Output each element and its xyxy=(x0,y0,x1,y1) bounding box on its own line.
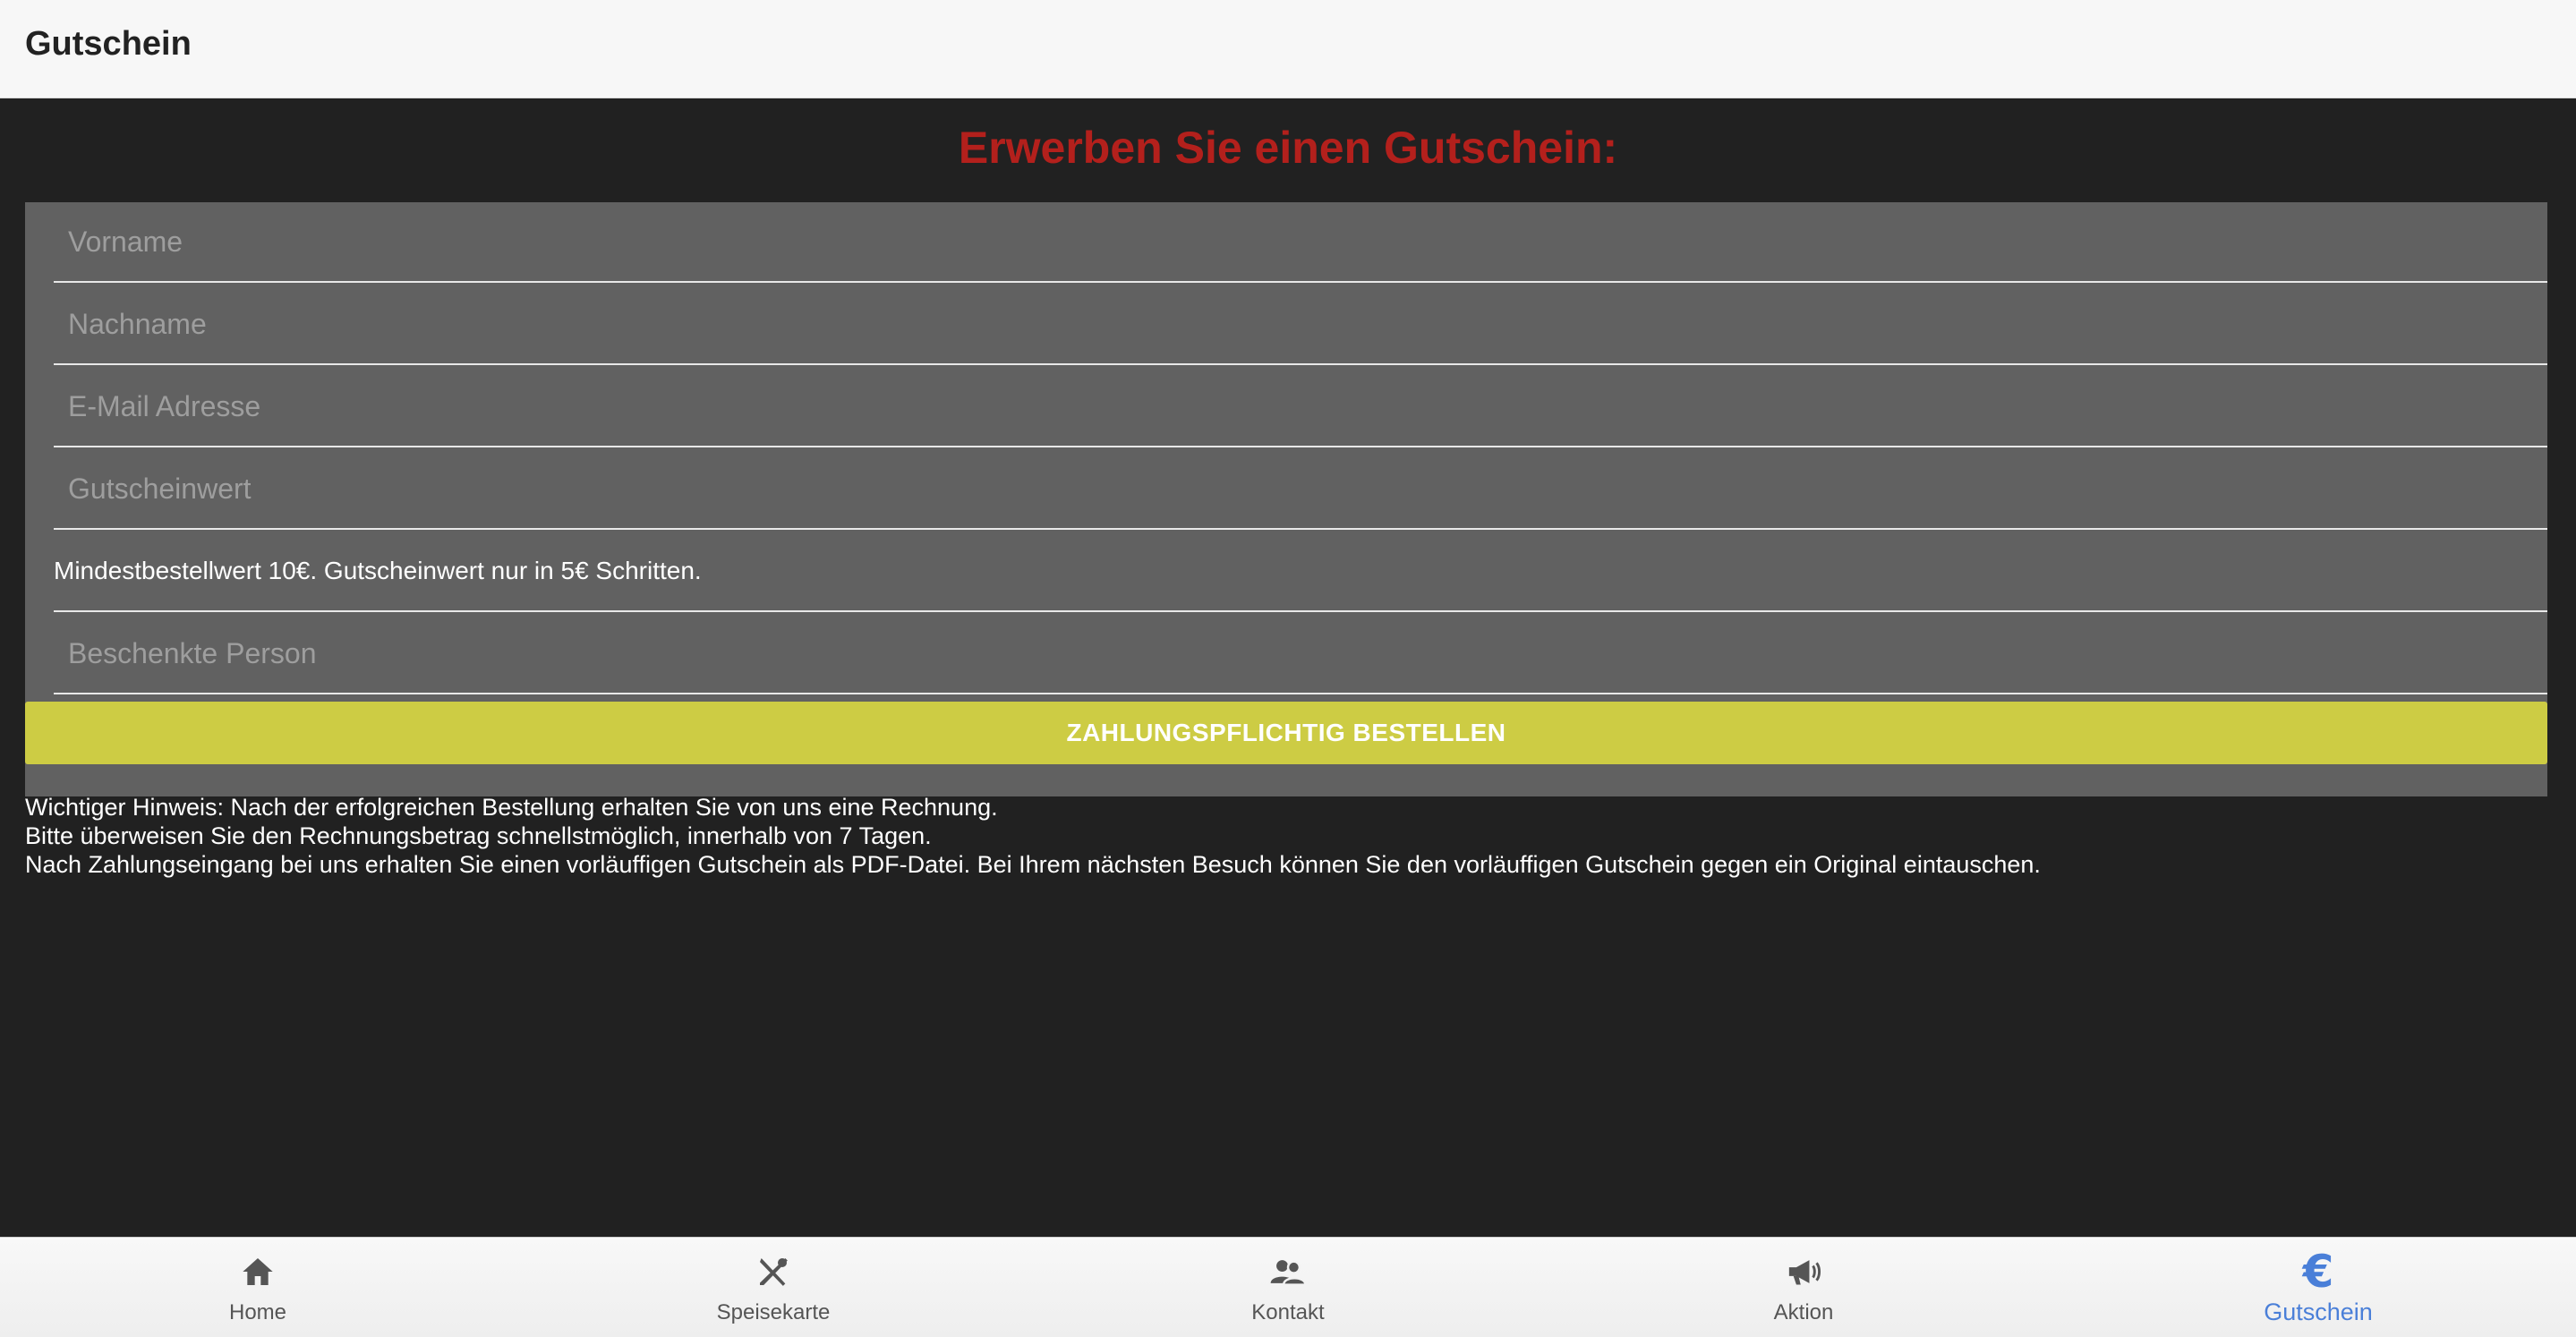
order-button[interactable]: ZAHLUNGSPFLICHTIG BESTELLEN xyxy=(25,702,2547,764)
recipient-input[interactable] xyxy=(54,614,2547,693)
notice-line: Bitte überweisen Sie den Rechnungsbetrag… xyxy=(25,822,932,849)
page-title: Gutschein xyxy=(25,25,192,63)
nav-label-gutschein: Gutschein xyxy=(2264,1299,2373,1325)
nav-label-speisekarte: Speisekarte xyxy=(716,1300,831,1324)
voucher-value-hint: Mindestbestellwert 10€. Gutscheinwert nu… xyxy=(54,557,702,584)
email-field xyxy=(54,367,2547,447)
voucher-value-input[interactable] xyxy=(54,449,2547,528)
order-notice: Wichtiger Hinweis: Nach der erfolgreiche… xyxy=(25,793,2531,879)
nav-item-aktion[interactable]: Aktion xyxy=(1546,1238,2061,1337)
nav-label-home: Home xyxy=(228,1300,287,1324)
home-icon xyxy=(0,1252,516,1291)
nav-item-kontakt[interactable]: Kontakt xyxy=(1030,1238,1546,1337)
nav-item-gutschein[interactable]: € Gutschein xyxy=(2060,1238,2576,1337)
last-name-input[interactable] xyxy=(54,285,2547,363)
page: Gutschein Erwerben Sie einen Gutschein: … xyxy=(0,0,2576,1337)
nav-label-kontakt: Kontakt xyxy=(1251,1300,1325,1324)
cutlery-icon xyxy=(516,1252,1031,1291)
last-name-field xyxy=(54,285,2547,365)
voucher-value-field xyxy=(54,449,2547,530)
notice-line: Nach Zahlungseingang bei uns erhalten Si… xyxy=(25,851,2041,878)
nav-item-home[interactable]: Home xyxy=(0,1238,516,1337)
contacts-icon xyxy=(1030,1252,1546,1291)
megaphone-icon xyxy=(1546,1252,2061,1291)
notice-line: Wichtiger Hinweis: Nach der erfolgreiche… xyxy=(25,794,998,821)
email-input[interactable] xyxy=(54,367,2547,446)
nav-item-speisekarte[interactable]: Speisekarte xyxy=(516,1238,1031,1337)
voucher-value-hint-row: Mindestbestellwert 10€. Gutscheinwert nu… xyxy=(54,532,2547,612)
app-header: Gutschein xyxy=(0,0,2576,98)
euro-icon: € xyxy=(2302,1246,2334,1298)
first-name-input[interactable] xyxy=(54,202,2547,281)
voucher-heading: Erwerben Sie einen Gutschein: xyxy=(958,123,1618,173)
main-content: Erwerben Sie einen Gutschein: Mindestbes… xyxy=(0,98,2576,1237)
bottom-navigation: Home Speisekarte Kontakt Aktion € Gutsch… xyxy=(0,1237,2576,1337)
first-name-field xyxy=(54,202,2547,283)
nav-label-aktion: Aktion xyxy=(1773,1300,1834,1324)
recipient-field xyxy=(54,614,2547,694)
